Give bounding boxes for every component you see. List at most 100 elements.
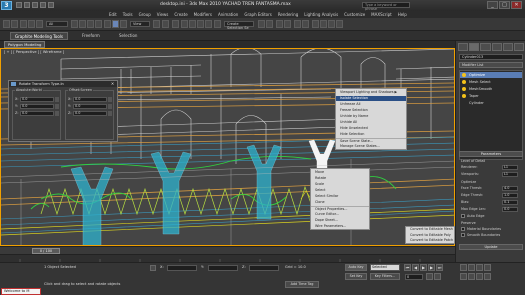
open-icon[interactable] (24, 2, 30, 8)
modifier-list-dropdown[interactable]: Modifier List (459, 62, 523, 68)
dialog-title[interactable]: Rotate Transform Type-In (9, 81, 117, 87)
offset-z-spinner[interactable] (108, 111, 112, 116)
menu-item-dope-sheet[interactable]: Dope Sheet... (311, 218, 369, 223)
track-bar[interactable] (0, 254, 455, 263)
absolute-z-spinner[interactable] (55, 111, 59, 116)
menu-item-object-properties[interactable]: Object Properties... (311, 206, 369, 211)
previous-frame-icon[interactable]: ◀ (412, 264, 419, 271)
y-coordinate-field[interactable] (208, 265, 238, 271)
menu-item-clone[interactable]: Clone (311, 200, 369, 205)
menu-create[interactable]: Create (174, 11, 187, 18)
zoom-extents-icon[interactable] (476, 264, 483, 271)
search-input[interactable]: Type a keyword or phrase (362, 2, 410, 11)
menu-rendering[interactable]: Rendering (278, 11, 298, 18)
menu-maxscript[interactable]: MAXScript (371, 11, 392, 18)
menu-tools[interactable]: Tools (123, 11, 133, 18)
selection-filter-dropdown[interactable]: All (46, 21, 68, 27)
select-move-icon[interactable] (104, 20, 111, 28)
redo-icon[interactable] (11, 20, 18, 28)
orbit-icon[interactable] (476, 273, 483, 280)
face-thresh-field[interactable]: 4.0 (502, 186, 518, 191)
link-icon[interactable] (20, 20, 27, 28)
angle-snap-icon[interactable] (189, 20, 196, 28)
menu-item-manage-scene-states[interactable]: Manage Scene States... (336, 144, 406, 149)
maximize-button[interactable]: □ (499, 1, 510, 9)
menu-item-hide-unselected[interactable]: Hide Unselected (336, 126, 406, 131)
tab-selection[interactable]: Selection (115, 32, 141, 40)
stack-item-mesh-select[interactable]: Mesh Select (460, 79, 522, 85)
layer-manager-icon[interactable] (276, 20, 283, 28)
zoom-icon[interactable] (460, 264, 467, 271)
menu-item-rotate[interactable]: Rotate (311, 176, 369, 181)
menu-graph-editors[interactable]: Graph Editors (244, 11, 271, 18)
smooth-boundaries-checkbox[interactable] (461, 233, 465, 237)
modify-tab-icon[interactable] (469, 43, 480, 51)
menu-lighting-analysis[interactable]: Lighting Analysis (304, 11, 338, 18)
stack-item-optimize[interactable]: Optimize (460, 72, 522, 78)
create-tab-icon[interactable] (458, 43, 469, 51)
utilities-tab-icon[interactable] (513, 43, 525, 51)
key-filter-dropdown[interactable]: Selected (370, 264, 400, 271)
menu-help[interactable]: Help (398, 11, 407, 18)
viewport-label[interactable]: [ + ] [ Perspective ] [ Wireframe ] (4, 50, 64, 54)
time-configuration-icon[interactable] (434, 273, 441, 280)
stack-item-meshsmooth[interactable]: MeshSmooth (460, 86, 522, 92)
curve-editor-icon[interactable] (294, 20, 301, 28)
auto-key-button[interactable]: Auto Key (345, 264, 367, 271)
named-selection-dropdown[interactable]: Create Selection Se (224, 21, 254, 30)
absolute-x-field[interactable]: 0.0 (20, 97, 54, 102)
material-boundaries-checkbox[interactable] (461, 227, 465, 231)
spinner-snap-icon[interactable] (205, 20, 212, 28)
next-frame-icon[interactable]: ▶ (428, 264, 435, 271)
select-object-icon[interactable] (71, 20, 78, 28)
add-time-tag-button[interactable]: Add Time Tag (285, 281, 319, 288)
menu-views[interactable]: Views (157, 11, 169, 18)
key-filters-button[interactable]: Key Filters... (370, 273, 400, 280)
menu-item-save-scene-state[interactable]: Save Scene State... (336, 138, 406, 143)
play-icon[interactable]: ▶ (420, 264, 427, 271)
display-tab-icon[interactable] (502, 43, 513, 51)
material-editor-icon[interactable] (312, 20, 319, 28)
window-crossing-icon[interactable] (95, 20, 102, 28)
menu-item-convert-mesh[interactable]: Convert to Editable Mesh (406, 227, 454, 232)
zoom-all-icon[interactable] (468, 264, 475, 271)
key-mode-icon[interactable] (426, 273, 433, 280)
menu-edit[interactable]: Edit (109, 11, 117, 18)
absolute-y-spinner[interactable] (55, 104, 59, 109)
menu-item-wire-parameters[interactable]: Wire Parameters... (311, 224, 369, 229)
align-icon[interactable] (266, 20, 273, 28)
save-icon[interactable] (32, 2, 38, 8)
tab-freeform[interactable]: Freeform (78, 32, 104, 40)
rectangle-selection-icon[interactable] (87, 20, 94, 28)
offset-y-field[interactable]: 0.0 (73, 104, 107, 109)
keyboard-shortcut-icon[interactable] (172, 20, 179, 28)
bulb-icon[interactable] (462, 87, 466, 91)
go-to-start-icon[interactable]: ⏮ (404, 264, 411, 271)
auto-edge-checkbox[interactable] (461, 214, 465, 218)
select-by-name-icon[interactable] (79, 20, 86, 28)
bind-space-warp-icon[interactable] (36, 20, 43, 28)
select-manipulate-icon[interactable] (162, 20, 169, 28)
minimize-button[interactable]: _ (487, 1, 498, 9)
undo-icon[interactable] (40, 2, 46, 8)
undo-icon[interactable] (3, 20, 10, 28)
go-to-end-icon[interactable]: ⏭ (436, 264, 443, 271)
menu-item-unhide-by-name[interactable]: Unhide by Name (336, 114, 406, 119)
menu-item-move[interactable]: Move (311, 170, 369, 175)
field-of-view-icon[interactable] (460, 273, 467, 280)
reference-coordinate-dropdown[interactable]: View (130, 21, 150, 27)
menu-item-unfreeze-all[interactable]: Unfreeze All (336, 102, 406, 107)
menu-item-curve-editor[interactable]: Curve Editor... (311, 212, 369, 217)
unlink-icon[interactable] (28, 20, 35, 28)
set-key-button[interactable]: Set Key (345, 273, 367, 280)
stack-item-taper[interactable]: Taper (460, 93, 522, 99)
bias-field[interactable]: 0.1 (502, 200, 518, 205)
absolute-y-field[interactable]: 0.0 (20, 104, 54, 109)
menu-customize[interactable]: Customize (344, 11, 365, 18)
select-rotate-icon[interactable] (112, 20, 119, 28)
current-frame-field[interactable]: 0 (405, 274, 423, 280)
update-rollout-header[interactable]: Update (459, 244, 523, 250)
menu-modifiers[interactable]: Modifiers (194, 11, 212, 18)
rendered-frame-window-icon[interactable] (328, 20, 335, 28)
time-slider[interactable]: 0 / 100 (0, 246, 455, 254)
